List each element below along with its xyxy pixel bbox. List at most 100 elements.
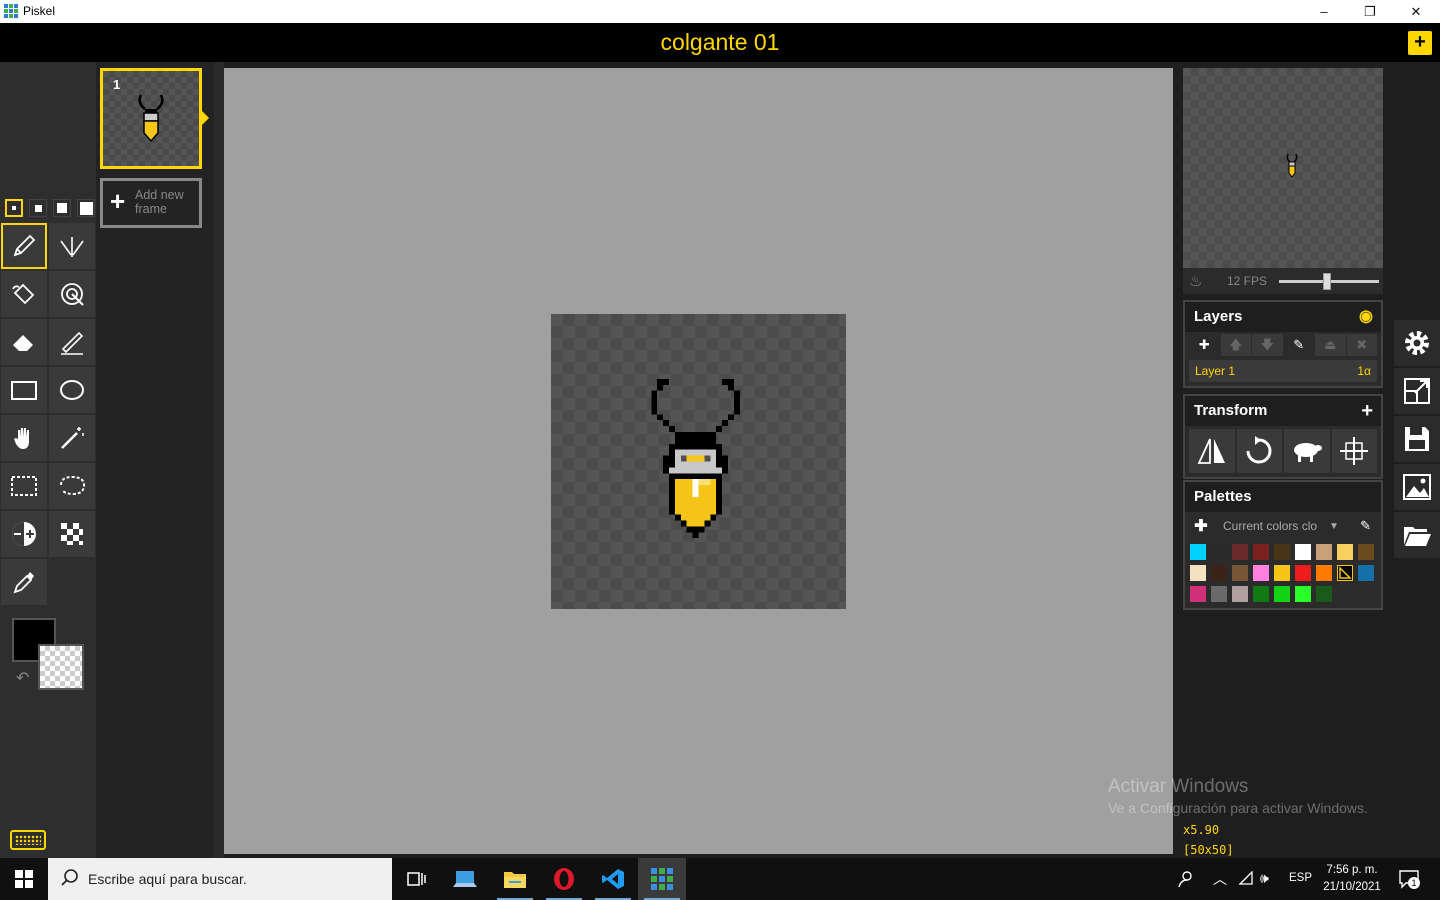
- move-layer-up-button[interactable]: 🡅: [1220, 334, 1251, 356]
- add-new-frame-button[interactable]: + Add new frame: [100, 178, 202, 228]
- onion-skin-icon[interactable]: ♨: [1189, 272, 1202, 290]
- palette-swatch[interactable]: [1274, 586, 1290, 602]
- add-palette-button[interactable]: ✚: [1189, 516, 1213, 536]
- palette-swatch[interactable]: [1190, 586, 1206, 602]
- palette-swatch[interactable]: [1358, 544, 1374, 560]
- new-sprite-button[interactable]: +: [1408, 31, 1432, 55]
- lasso-selection-tool[interactable]: [49, 463, 95, 509]
- move-tool[interactable]: [1, 415, 47, 461]
- edit-layer-button[interactable]: ✎: [1283, 334, 1314, 356]
- minimize-button[interactable]: –: [1301, 0, 1347, 23]
- palette-swatch[interactable]: [1358, 565, 1374, 581]
- lighten-tool[interactable]: [1, 511, 47, 557]
- notifications-icon[interactable]: 1: [1398, 868, 1420, 895]
- settings-button[interactable]: [1394, 320, 1440, 366]
- add-layer-button[interactable]: ✚: [1189, 334, 1220, 356]
- rectangle-tool[interactable]: [1, 367, 47, 413]
- taskbar-app-vscode[interactable]: [589, 858, 637, 900]
- secondary-color-swatch[interactable]: [38, 644, 84, 690]
- taskbar-app-opera[interactable]: [540, 858, 588, 900]
- maximize-button[interactable]: ❐: [1347, 0, 1393, 23]
- task-view-button[interactable]: [392, 858, 440, 900]
- clock-time: 7:56 p. m.: [1326, 864, 1378, 876]
- paint-bucket-tool[interactable]: [1, 271, 47, 317]
- palette-swatch[interactable]: [1274, 544, 1290, 560]
- drawing-canvas[interactable]: [551, 314, 846, 609]
- palette-swatch[interactable]: [1253, 565, 1269, 581]
- palette-swatch[interactable]: [1253, 544, 1269, 560]
- people-icon[interactable]: [1176, 870, 1194, 893]
- delete-layer-button[interactable]: ✖: [1346, 334, 1377, 356]
- palette-swatch[interactable]: [1232, 544, 1248, 560]
- palette-swatch[interactable]: [1190, 544, 1206, 560]
- flip-button[interactable]: [1189, 429, 1235, 473]
- palette-swatch[interactable]: [1232, 586, 1248, 602]
- language-indicator[interactable]: ESP: [1289, 872, 1312, 884]
- dithering-tool[interactable]: [49, 511, 95, 557]
- palette-swatch[interactable]: [1211, 544, 1227, 560]
- layer-opacity[interactable]: 1α: [1357, 360, 1371, 382]
- pen-size-3[interactable]: [53, 199, 71, 217]
- resize-button[interactable]: [1394, 368, 1440, 414]
- palette-swatch[interactable]: [1190, 565, 1206, 581]
- eye-icon[interactable]: ◉: [1359, 302, 1373, 332]
- rotate-button[interactable]: [1236, 429, 1282, 473]
- fps-slider[interactable]: [1279, 273, 1379, 290]
- palette-swatch[interactable]: [1337, 565, 1353, 581]
- stroke-tool[interactable]: [49, 319, 95, 365]
- chevron-down-icon[interactable]: ▼: [1329, 521, 1339, 532]
- start-button[interactable]: [0, 858, 48, 900]
- sprite-name[interactable]: colgante 01: [0, 29, 1440, 56]
- close-button[interactable]: ✕: [1393, 0, 1439, 23]
- palette-swatch[interactable]: [1274, 565, 1290, 581]
- move-layer-down-button[interactable]: 🡇: [1252, 334, 1283, 356]
- palette-swatch[interactable]: [1316, 586, 1332, 602]
- vertical-mirror-pen-tool[interactable]: [49, 223, 95, 269]
- pen-tool[interactable]: [1, 223, 47, 269]
- taskbar-app-piskel[interactable]: [638, 858, 686, 900]
- center-button[interactable]: [1331, 429, 1377, 473]
- palette-swatch[interactable]: [1316, 544, 1332, 560]
- taskbar-search[interactable]: Escribe aquí para buscar.: [48, 858, 392, 900]
- swap-colors-icon[interactable]: ↶: [16, 668, 29, 688]
- pen-size-1[interactable]: [5, 199, 23, 217]
- taskbar-clock[interactable]: 7:56 p. m. 21/10/2021: [1318, 862, 1386, 896]
- pendant-sprite: [651, 378, 740, 539]
- clone-button[interactable]: [1284, 429, 1330, 473]
- merge-layer-button[interactable]: ⏏: [1315, 334, 1346, 356]
- pen-size-2[interactable]: [29, 199, 47, 217]
- edit-palette-icon[interactable]: ✎: [1360, 518, 1371, 534]
- circle-tool[interactable]: [49, 367, 95, 413]
- palette-swatch[interactable]: [1232, 565, 1248, 581]
- frame-thumbnail[interactable]: 1: [100, 68, 209, 169]
- chevron-up-icon[interactable]: ︿: [1213, 869, 1227, 889]
- save-button[interactable]: [1394, 416, 1440, 462]
- palette-swatch[interactable]: [1316, 565, 1332, 581]
- canvas-area[interactable]: [224, 68, 1173, 854]
- taskbar-app-laptop[interactable]: [441, 858, 489, 900]
- paint-same-color-tool[interactable]: [49, 271, 95, 317]
- palette-swatch[interactable]: [1295, 565, 1311, 581]
- taskbar-app-file-explorer[interactable]: [491, 858, 539, 900]
- keyboard-shortcuts-icon[interactable]: [10, 830, 46, 850]
- palette-swatch[interactable]: [1295, 544, 1311, 560]
- palette-swatch[interactable]: [1211, 586, 1227, 602]
- palette-swatch[interactable]: [1253, 586, 1269, 602]
- layer-item[interactable]: Layer 1 1α: [1189, 360, 1377, 382]
- pen-size-4[interactable]: [77, 199, 95, 217]
- export-button[interactable]: [1394, 464, 1440, 510]
- volume-icon[interactable]: 🕪: [1260, 870, 1269, 887]
- palette-name[interactable]: Current colors clo: [1223, 519, 1323, 533]
- palette-swatch[interactable]: [1211, 565, 1227, 581]
- fps-slider-thumb[interactable]: [1323, 273, 1331, 290]
- palette-swatch[interactable]: [1295, 586, 1311, 602]
- eraser-tool[interactable]: [1, 319, 47, 365]
- windows-logo-icon: [15, 870, 33, 888]
- color-picker-tool[interactable]: [1, 559, 47, 605]
- network-icon[interactable]: [1238, 870, 1254, 892]
- rectangle-selection-tool[interactable]: [1, 463, 47, 509]
- expand-plus-icon[interactable]: +: [1361, 396, 1373, 426]
- open-button[interactable]: [1394, 512, 1440, 558]
- palette-swatch[interactable]: [1337, 544, 1353, 560]
- shape-selection-tool[interactable]: [49, 415, 95, 461]
